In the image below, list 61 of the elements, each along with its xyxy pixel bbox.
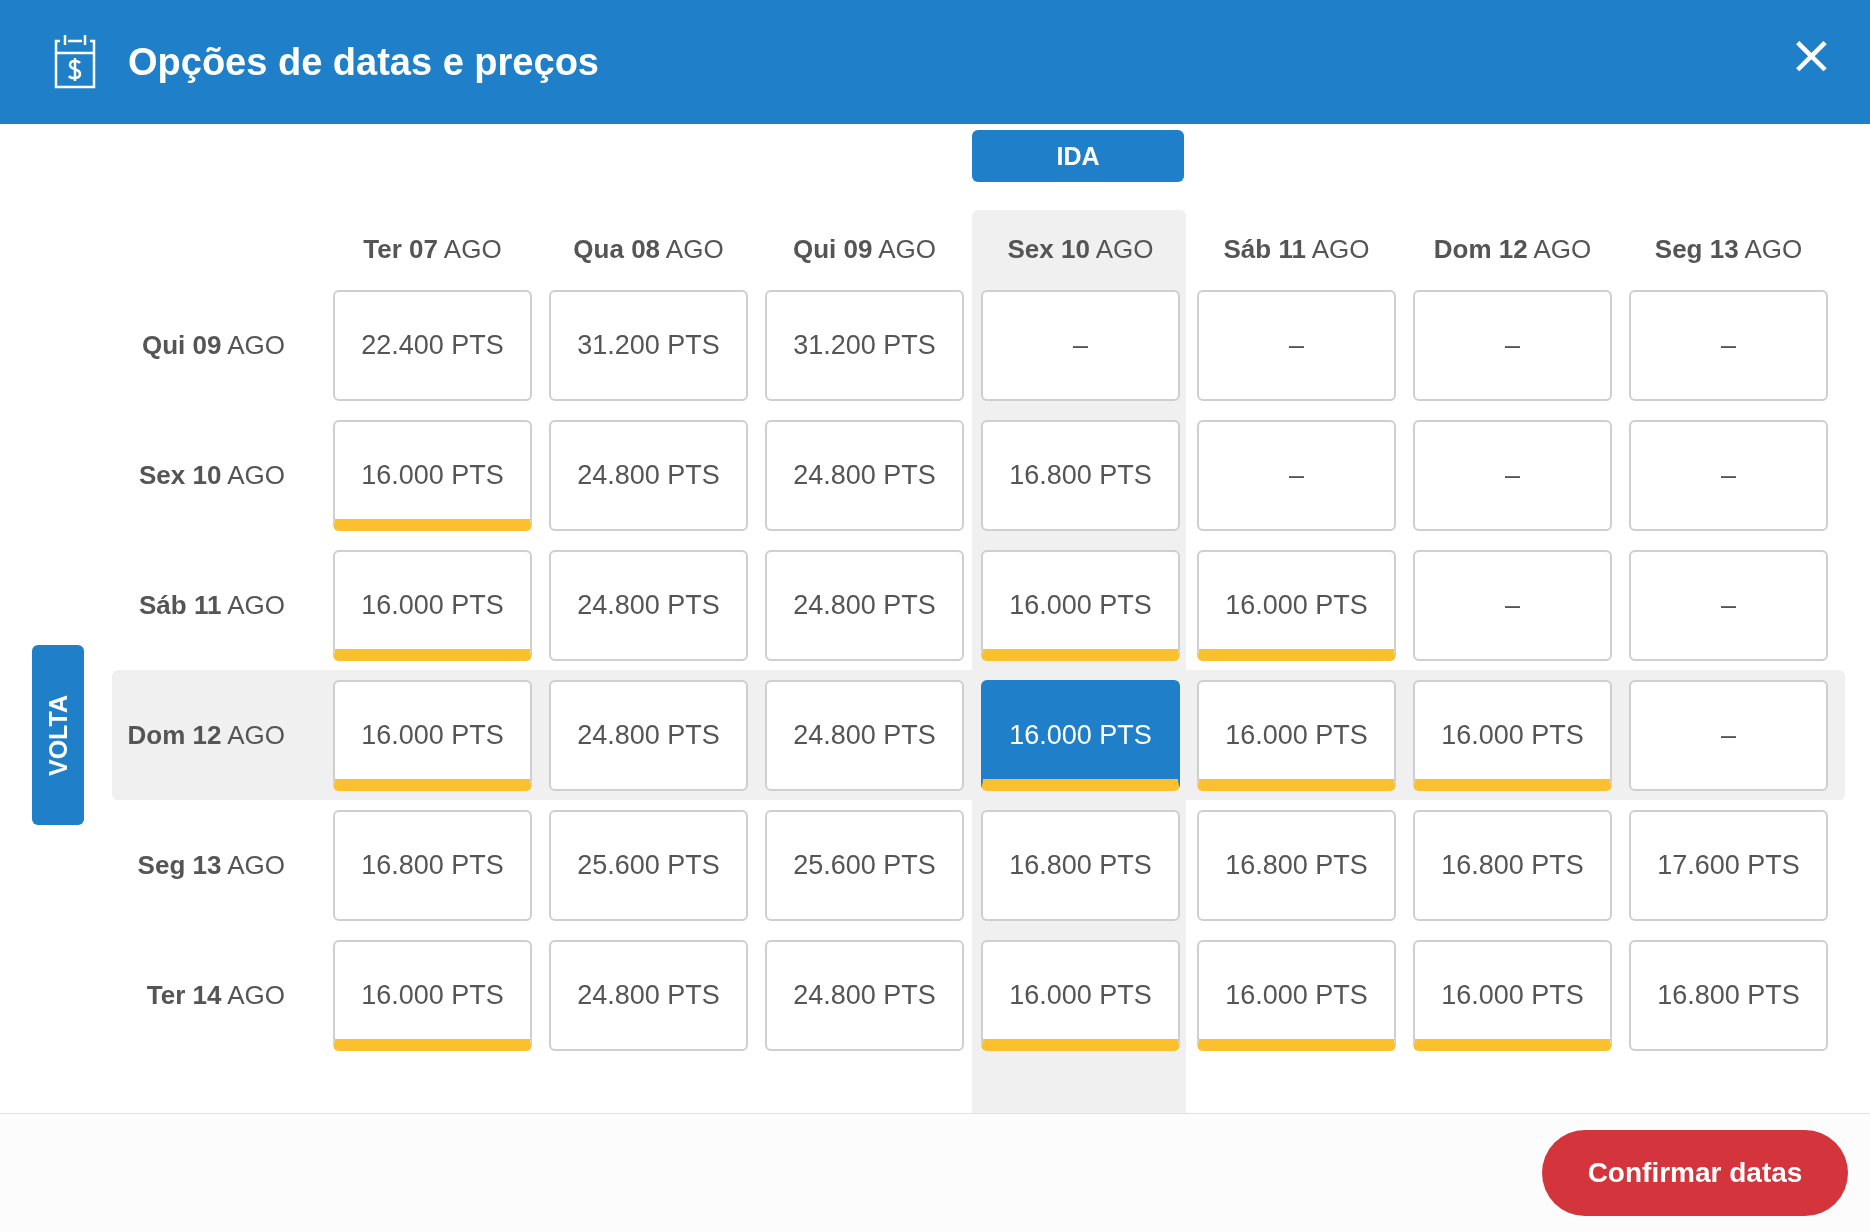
price-cell[interactable]: 24.800 PTS [549,549,748,661]
price-cell[interactable]: 16.000 PTS [981,939,1180,1051]
column-header: Sex 10 AGO [1006,233,1155,266]
price-cell[interactable]: 24.800 PTS [765,939,964,1051]
price-cell[interactable]: 25.600 PTS [549,809,748,921]
row-header: Sáb 11 AGO [138,589,286,621]
price-cell[interactable]: 16.800 PTS [981,809,1180,921]
price-cell[interactable]: – [1629,289,1828,401]
row-header: Dom 12 AGO [126,719,286,751]
calendar-dollar-icon [52,33,98,91]
price-cell[interactable]: – [1197,419,1396,531]
price-cell[interactable]: 24.800 PTS [549,939,748,1051]
price-cell[interactable]: – [1629,549,1828,661]
column-header: Dom 12 AGO [1432,233,1593,266]
price-cell[interactable]: 16.000 PTS [1413,679,1612,791]
dialog-title: Opções de datas e preços [128,40,600,84]
price-cell[interactable]: 16.000 PTS [1413,939,1612,1051]
return-tab[interactable]: VOLTA [32,645,84,825]
price-cell[interactable]: – [1629,419,1828,531]
price-cell[interactable]: 16.000 PTS [333,939,532,1051]
price-cell[interactable]: 16.000 PTS [981,679,1180,791]
outbound-tab[interactable]: IDA [972,130,1184,182]
price-cell[interactable]: 16.800 PTS [1629,939,1828,1051]
price-cell[interactable]: – [1629,679,1828,791]
price-cell[interactable]: 25.600 PTS [765,809,964,921]
price-cell[interactable]: 22.400 PTS [333,289,532,401]
price-cell[interactable]: 24.800 PTS [765,549,964,661]
price-cell[interactable]: 31.200 PTS [549,289,748,401]
price-cell[interactable]: – [981,289,1180,401]
row-header: Ter 14 AGO [145,979,286,1011]
price-cell[interactable]: 31.200 PTS [765,289,964,401]
price-cell[interactable]: 16.000 PTS [333,549,532,661]
price-cell[interactable]: 16.000 PTS [1197,679,1396,791]
price-cell[interactable]: 17.600 PTS [1629,809,1828,921]
price-cell[interactable]: 24.800 PTS [765,419,964,531]
column-header: Qui 09 AGO [791,233,938,266]
price-cell[interactable]: 16.800 PTS [1197,809,1396,921]
column-header: Seg 13 AGO [1653,233,1804,266]
price-cell[interactable]: 24.800 PTS [765,679,964,791]
column-header: Sáb 11 AGO [1222,233,1371,266]
confirm-button[interactable]: Confirmar datas [1542,1130,1848,1216]
close-button[interactable]: × [1784,28,1838,82]
row-header: Qui 09 AGO [140,329,286,361]
row-header: Sex 10 AGO [138,459,286,491]
price-cell[interactable]: 16.000 PTS [981,549,1180,661]
price-cell[interactable]: 24.800 PTS [549,419,748,531]
price-cell[interactable]: 16.000 PTS [1197,549,1396,661]
price-cell[interactable]: 16.000 PTS [333,419,532,531]
price-cell[interactable]: 16.800 PTS [1413,809,1612,921]
price-cell[interactable]: 16.800 PTS [981,419,1180,531]
price-cell[interactable]: 16.000 PTS [1197,939,1396,1051]
price-cell[interactable]: 16.000 PTS [333,679,532,791]
column-header: Ter 07 AGO [362,233,503,266]
price-cell[interactable]: – [1413,419,1612,531]
price-cell[interactable]: – [1413,549,1612,661]
price-cell[interactable]: – [1413,289,1612,401]
price-cell[interactable]: – [1197,289,1396,401]
row-header: Seg 13 AGO [136,849,286,881]
column-header: Qua 08 AGO [572,233,725,266]
price-cell[interactable]: 16.800 PTS [333,809,532,921]
price-cell[interactable]: 24.800 PTS [549,679,748,791]
